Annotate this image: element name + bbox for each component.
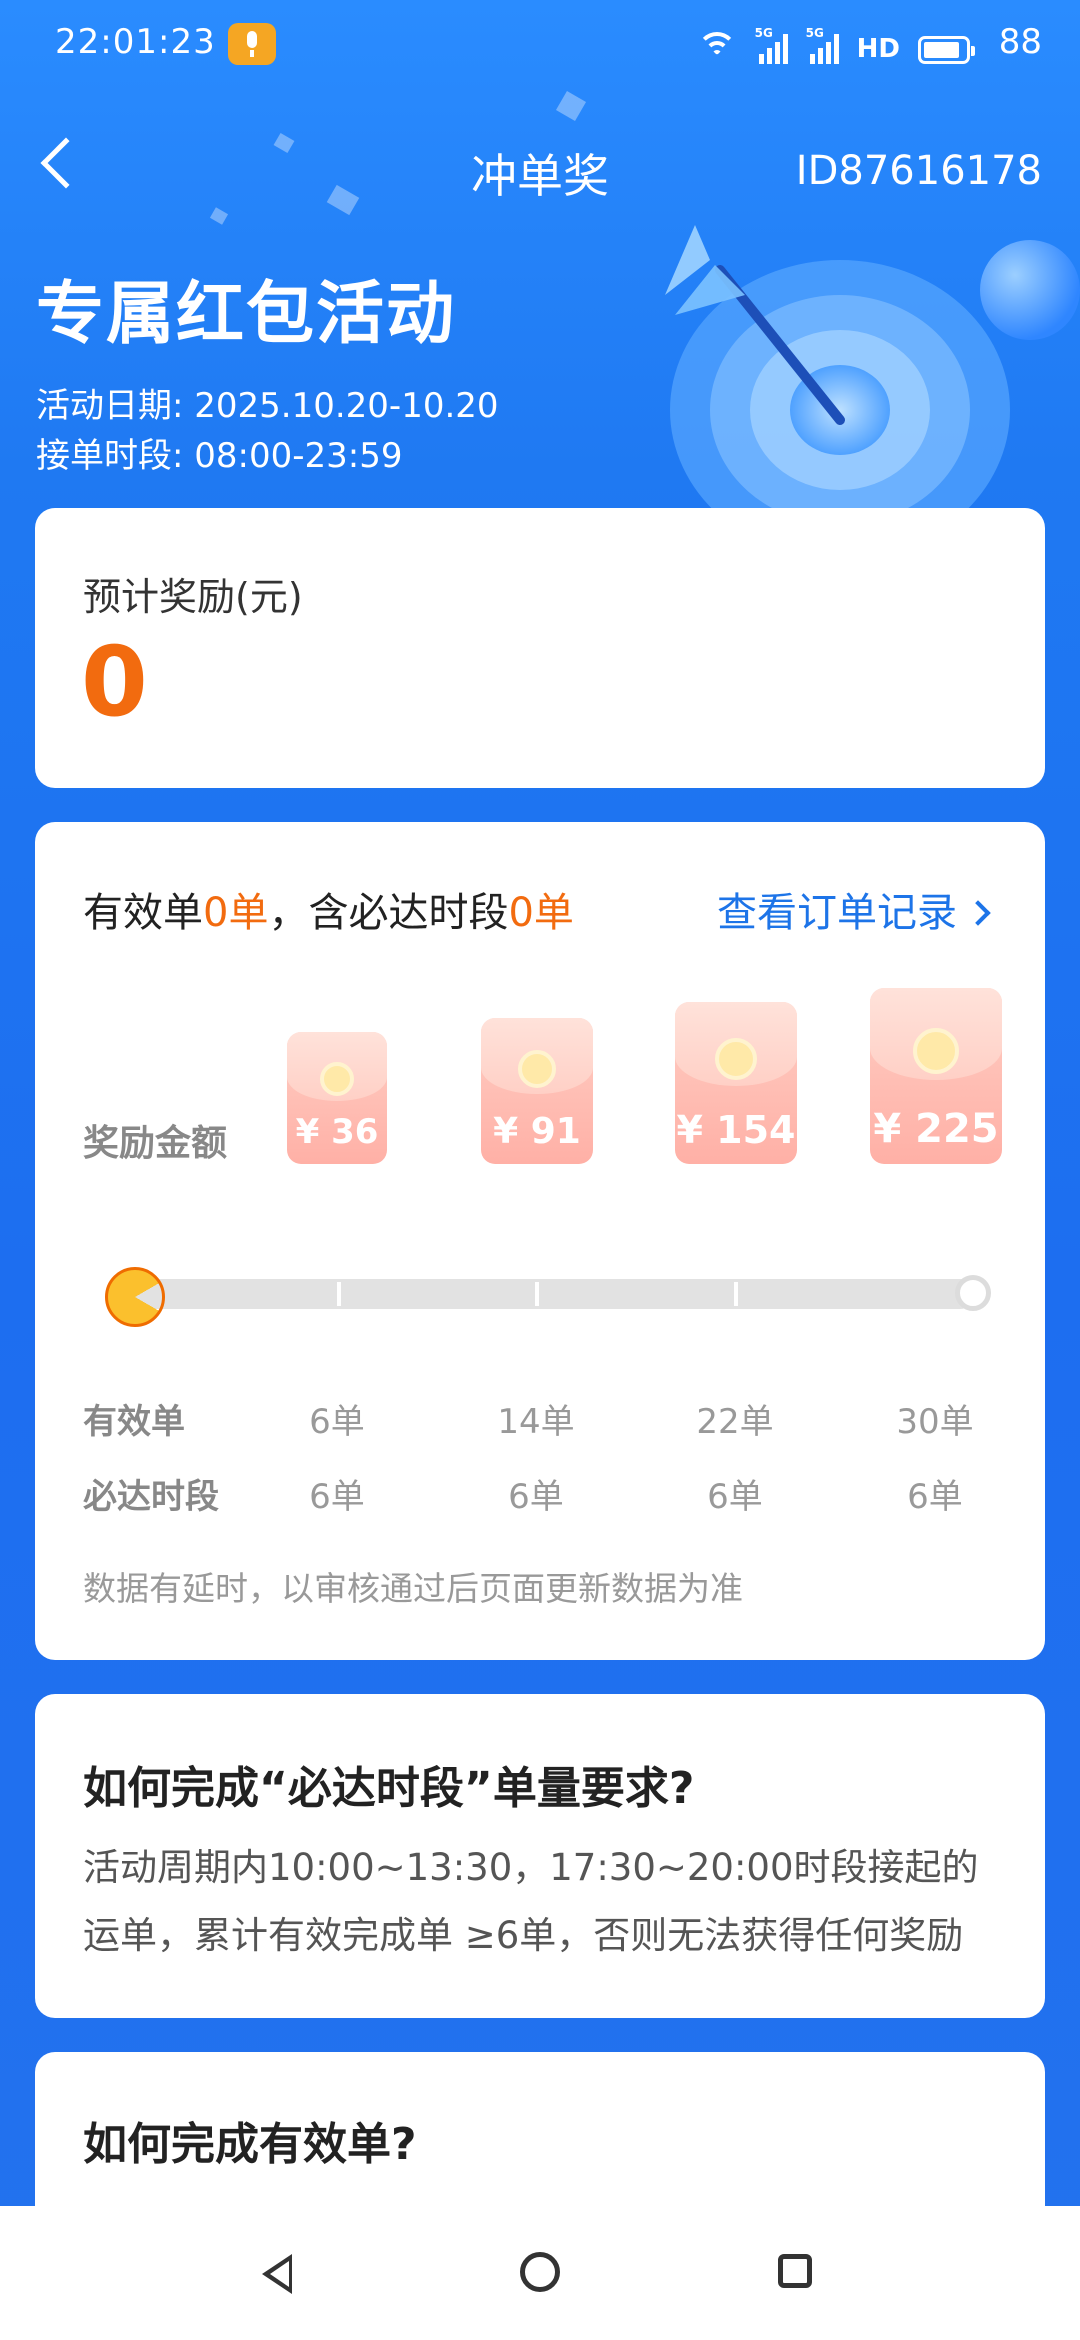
- faq-required-period-title: 如何完成“必达时段”单量要求?: [83, 1763, 695, 1814]
- microphone-icon: [228, 23, 276, 65]
- tier-required-orders: 6单: [707, 1477, 763, 1517]
- progress-tick: [535, 1282, 539, 1306]
- estimated-reward-label: 预计奖励(元): [83, 575, 303, 619]
- status-time: 22:01:23: [55, 22, 216, 62]
- hd-icon: HD: [856, 34, 900, 64]
- battery-level: 88: [998, 22, 1042, 62]
- activity-date: 活动日期: 2025.10.20-10.20: [36, 386, 499, 426]
- red-envelope-tier-2: ¥ 91: [481, 1018, 593, 1164]
- user-id: ID87616178: [795, 148, 1042, 194]
- tier-amount: ¥ 225: [873, 1106, 999, 1152]
- signal-icon: 5G: [806, 26, 839, 64]
- tier-amount: ¥ 91: [493, 1111, 581, 1152]
- faq-valid-order-title: 如何完成有效单?: [83, 2119, 417, 2170]
- data-delay-note: 数据有延时，以审核通过后页面更新数据为准: [83, 1569, 743, 1608]
- nav-home-icon[interactable]: [520, 2252, 560, 2292]
- progress-card: 有效单0单，含必达时段0单 查看订单记录 奖励金额 ¥ 36 ¥ 91 ¥ 15…: [35, 822, 1045, 1660]
- target-illustration: [665, 225, 1080, 540]
- valid-order-count: 0单: [203, 890, 269, 936]
- progress-indicator-icon: [105, 1267, 165, 1327]
- view-order-records-link[interactable]: 查看订单记录: [717, 880, 991, 938]
- battery-icon: [918, 36, 975, 64]
- red-envelope-tier-4: ¥ 225: [870, 988, 1002, 1164]
- red-envelope-tier-3: ¥ 154: [675, 1002, 797, 1164]
- confetti-decoration: [555, 90, 587, 122]
- status-icons: 5G 5G HD: [696, 26, 975, 64]
- red-envelope-tier-1: ¥ 36: [287, 1032, 387, 1164]
- tier-valid-orders: 14单: [497, 1402, 575, 1442]
- valid-order-summary: 有效单0单，含必达时段0单: [83, 890, 574, 936]
- tier-required-orders: 6单: [309, 1477, 365, 1517]
- estimated-reward-value: 0: [81, 626, 148, 738]
- tier-amount: ¥ 154: [676, 1108, 796, 1152]
- required-order-count: 0单: [508, 890, 574, 936]
- screen: 22:01:23 5G 5G HD 88 冲单奖 ID87616178 专属红包…: [0, 0, 1080, 2340]
- signal-icon: 5G: [755, 26, 788, 64]
- reward-amount-label: 奖励金额: [83, 1123, 228, 1164]
- tier-required-orders: 6单: [907, 1477, 963, 1517]
- faq-required-period-body: 活动周期内10:00~13:30，17:30~20:00时段接起的运单，累计有效…: [83, 1846, 979, 1957]
- nav-back-icon[interactable]: [262, 2254, 292, 2294]
- status-bar: 22:01:23 5G 5G HD 88: [0, 0, 1080, 90]
- progress-end-marker: [955, 1275, 991, 1311]
- tier-valid-orders: 22单: [696, 1402, 774, 1442]
- progress-tick: [337, 1282, 341, 1306]
- order-time-range: 接单时段: 08:00-23:59: [36, 436, 403, 476]
- faq-required-period-card: 如何完成“必达时段”单量要求? 活动周期内10:00~13:30，17:30~2…: [35, 1694, 1045, 2018]
- progress-track: [133, 1279, 975, 1309]
- tier-valid-orders: 6单: [309, 1402, 365, 1442]
- tier-required-orders: 6单: [508, 1477, 564, 1517]
- tier-valid-orders: 30单: [896, 1402, 974, 1442]
- hero-title: 专属红包活动: [36, 275, 457, 354]
- valid-orders-row-label: 有效单: [83, 1402, 185, 1442]
- wifi-icon: [696, 32, 737, 64]
- chevron-right-icon: [965, 900, 991, 926]
- estimated-reward-card: 预计奖励(元) 0: [35, 508, 1045, 788]
- required-period-row-label: 必达时段: [83, 1477, 219, 1517]
- confetti-decoration: [209, 207, 229, 225]
- progress-tick: [734, 1282, 738, 1306]
- nav-recent-apps-icon[interactable]: [778, 2254, 812, 2288]
- system-navigation-bar: [0, 2206, 1080, 2340]
- tier-amount: ¥ 36: [295, 1112, 379, 1152]
